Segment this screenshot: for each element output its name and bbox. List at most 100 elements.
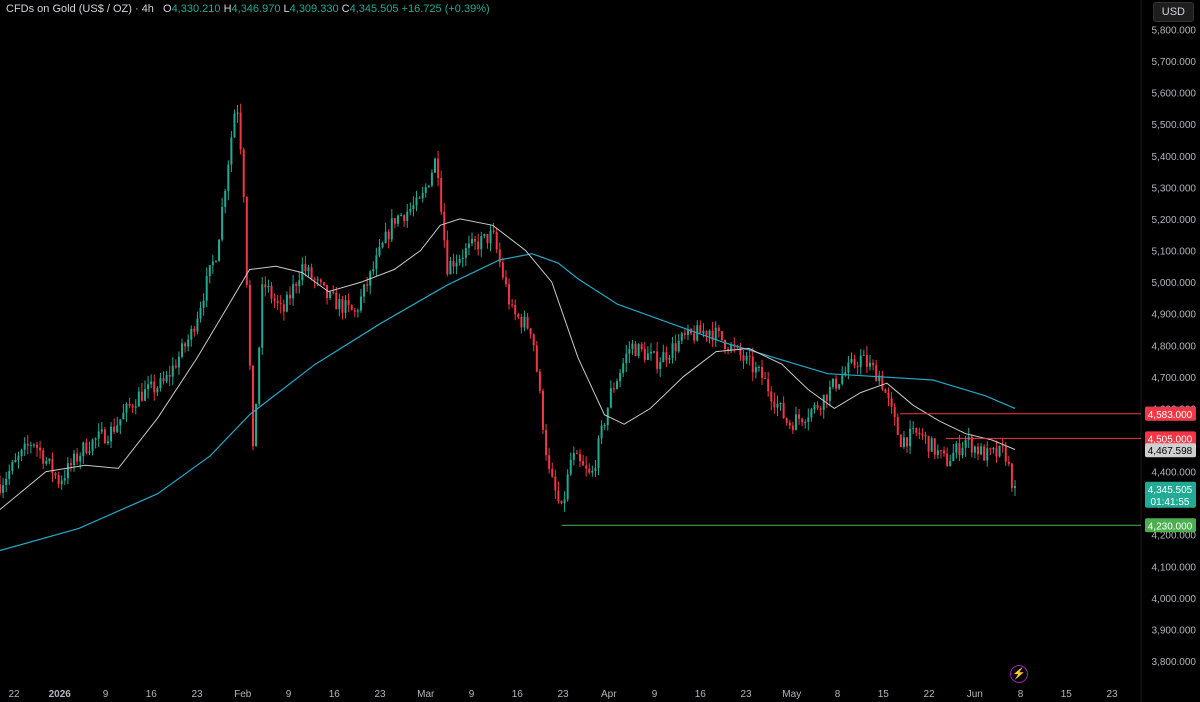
candle-body xyxy=(788,422,791,426)
candle-body xyxy=(153,381,156,393)
candle-body xyxy=(634,343,637,356)
candle-body xyxy=(998,445,1001,457)
candle-body xyxy=(329,291,332,298)
candle-body xyxy=(110,426,113,442)
candle-body xyxy=(427,185,430,188)
candle-body xyxy=(279,303,282,305)
candle-body xyxy=(449,260,452,275)
candle-body xyxy=(338,299,341,310)
candle-body xyxy=(976,446,979,455)
candle-body xyxy=(668,357,671,360)
candle-body xyxy=(930,438,933,452)
candle-body xyxy=(363,284,366,297)
candle-body xyxy=(159,378,162,389)
y-tick-label: 4,100.000 xyxy=(1152,562,1197,573)
candle-body xyxy=(14,459,17,463)
candle-body xyxy=(415,197,418,206)
candle-body xyxy=(289,294,291,299)
candle-body xyxy=(332,291,335,293)
currency-button[interactable]: USD xyxy=(1152,2,1194,22)
candle-body xyxy=(211,261,214,266)
x-tick-label: 22 xyxy=(923,689,935,700)
candle-body xyxy=(671,343,674,358)
x-tick-label: 9 xyxy=(286,689,292,700)
candle-body xyxy=(412,205,415,210)
x-tick-label: 9 xyxy=(469,689,475,700)
candle-body xyxy=(122,412,125,420)
candle-body xyxy=(822,394,825,410)
candle-body xyxy=(181,343,184,357)
candle-body xyxy=(125,404,128,413)
candle-body xyxy=(421,192,424,199)
candle-body xyxy=(205,276,208,301)
candle-body xyxy=(548,455,551,470)
candle-body xyxy=(520,317,523,328)
candle-body xyxy=(73,453,76,466)
candle-body xyxy=(742,355,745,361)
candle-body xyxy=(702,330,705,334)
candle-body xyxy=(483,234,486,237)
candle-body xyxy=(230,137,233,165)
candle-body xyxy=(541,390,544,430)
candle-body xyxy=(11,462,14,472)
candle-body xyxy=(970,436,973,453)
candle-body xyxy=(588,468,591,473)
candle-body xyxy=(585,465,588,469)
price-chart[interactable]: 3,800.000 3,900.000 4,000.000 4,100.000 4,20… xyxy=(0,0,1200,702)
candle-body xyxy=(258,347,261,404)
candle-body xyxy=(224,190,227,207)
candle-body xyxy=(430,172,433,186)
candle-body xyxy=(884,389,887,393)
candle-body xyxy=(560,500,563,504)
candle-body xyxy=(190,328,193,340)
candle-body xyxy=(724,340,726,350)
x-tick-label: 23 xyxy=(1106,689,1118,700)
candle-body xyxy=(637,344,640,356)
candle-body xyxy=(307,267,310,272)
candle-body xyxy=(356,310,359,312)
candle-body xyxy=(597,438,600,469)
candle-body xyxy=(310,267,313,279)
candle-body xyxy=(480,236,483,250)
x-tick-label: Feb xyxy=(234,689,252,700)
price-tag-label: 4,230.000 xyxy=(1148,521,1193,532)
candle-body xyxy=(526,316,529,329)
candle-body xyxy=(23,443,26,450)
candle-body xyxy=(924,434,927,437)
candle-body xyxy=(1010,463,1013,489)
candle-body xyxy=(276,301,279,304)
candle-body xyxy=(563,499,566,504)
candle-body xyxy=(569,459,572,475)
candle-body xyxy=(94,438,97,440)
y-tick-label: 5,000.000 xyxy=(1152,278,1197,289)
lightning-icon[interactable]: ⚡ xyxy=(1010,665,1028,683)
candle-body xyxy=(236,112,239,114)
candle-body xyxy=(495,231,498,250)
candle-body xyxy=(5,478,8,486)
candle-body xyxy=(683,333,686,335)
x-tick-label: 23 xyxy=(374,689,386,700)
candle-body xyxy=(572,452,575,460)
candle-body xyxy=(32,444,35,446)
candle-body xyxy=(785,418,788,423)
candle-body xyxy=(680,333,683,341)
candle-body xyxy=(677,340,680,352)
candle-body xyxy=(295,284,298,286)
candle-body xyxy=(757,366,760,368)
candle-body xyxy=(865,354,868,367)
price-tag-label: 4,345.505 xyxy=(1148,485,1193,496)
candle-body xyxy=(902,437,905,447)
candle-body xyxy=(850,359,853,363)
candle-body xyxy=(313,278,316,280)
candle-body xyxy=(856,365,859,367)
candle-body xyxy=(714,327,717,341)
candle-body xyxy=(378,247,381,256)
candle-body xyxy=(477,241,480,250)
candle-body xyxy=(603,425,606,427)
candle-body xyxy=(557,490,560,501)
candle-body xyxy=(443,211,446,241)
candle-body xyxy=(949,461,952,466)
candle-body xyxy=(705,330,708,336)
candle-body xyxy=(282,304,285,312)
candle-body xyxy=(764,377,767,379)
